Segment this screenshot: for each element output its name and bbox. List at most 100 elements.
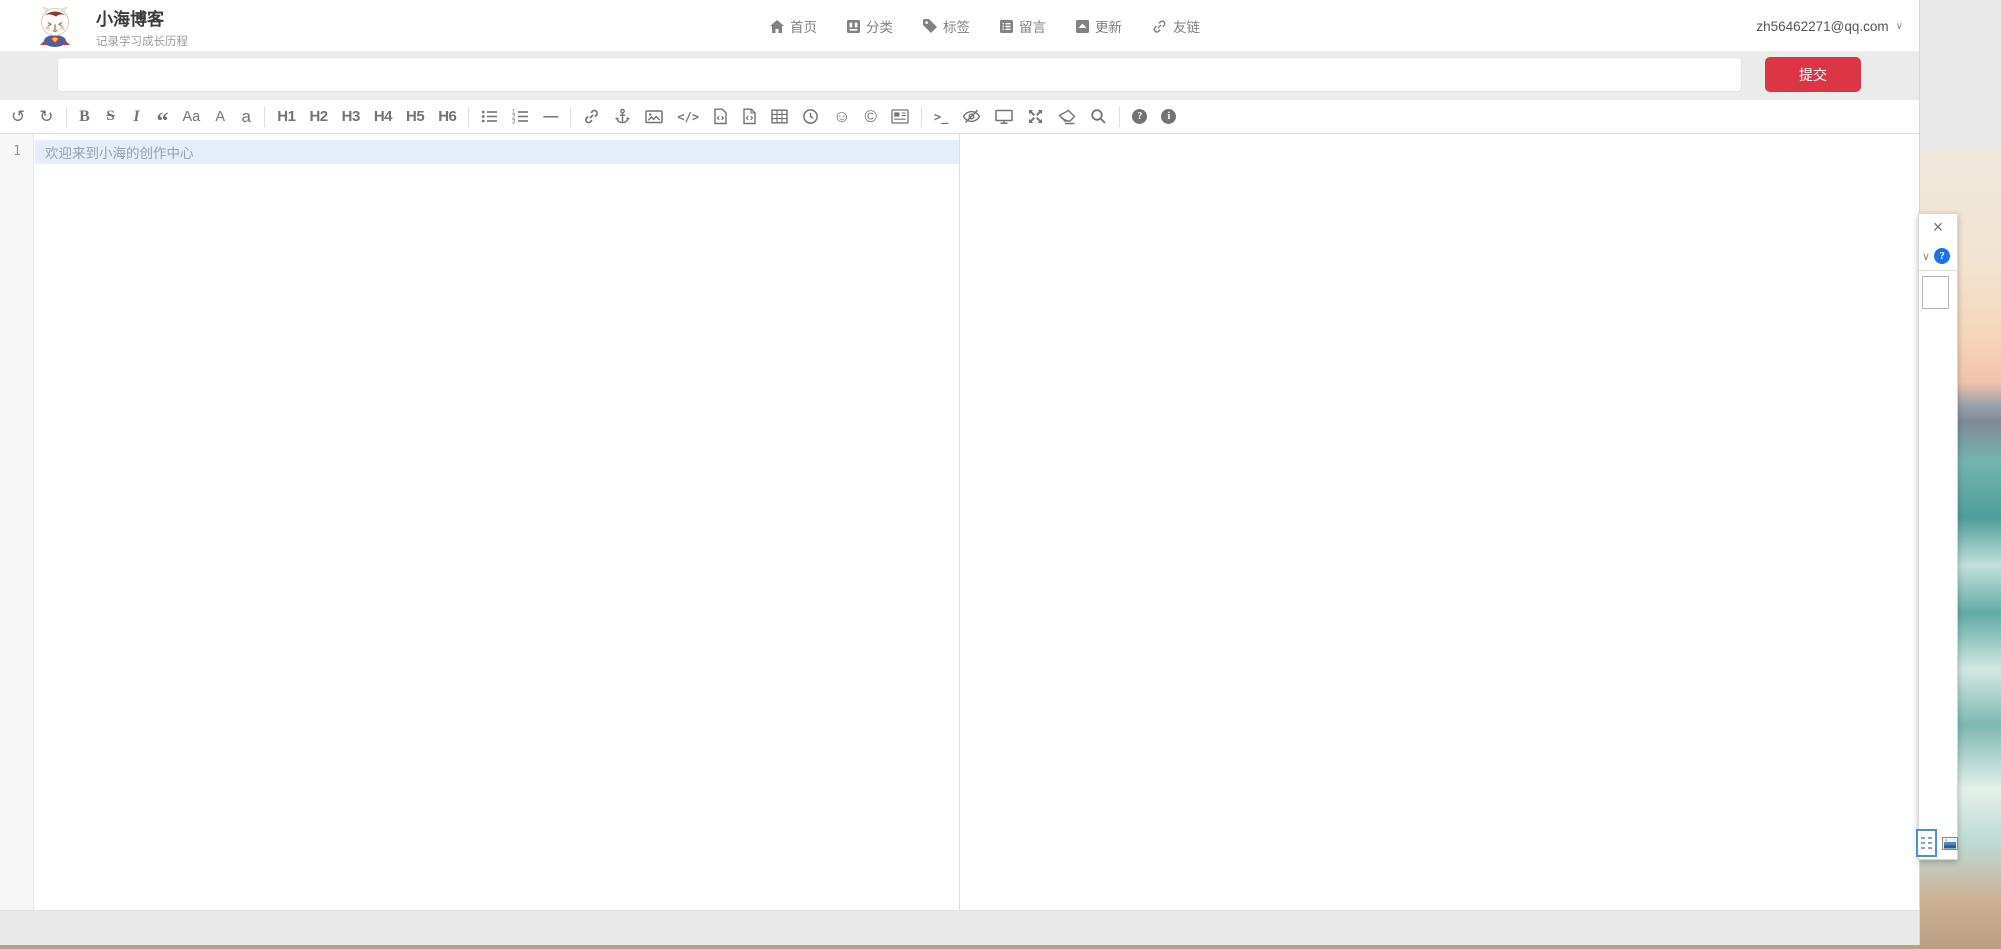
undo-button[interactable]: ↺ <box>4 100 32 134</box>
ucwords-button[interactable]: Aa <box>176 100 208 134</box>
hr-button[interactable]: — <box>536 100 565 134</box>
pagebreak-button[interactable] <box>884 100 916 134</box>
avatar <box>34 5 76 52</box>
code-block-button[interactable] <box>735 100 764 134</box>
nav-item-留言[interactable]: 留言 <box>1000 16 1046 36</box>
code-pane[interactable]: 1 欢迎来到小海的创作中心 <box>0 134 960 910</box>
nav-item-分类[interactable]: 分类 <box>847 16 893 36</box>
chevron-down-icon: ∨ <box>1896 21 1903 32</box>
quote-button[interactable]: “ <box>150 100 176 134</box>
bold-icon: B <box>79 108 90 126</box>
redo-icon: ↻ <box>39 107 53 127</box>
table-icon <box>771 108 788 125</box>
popup-input-field[interactable] <box>1922 276 1949 309</box>
active-line[interactable]: 欢迎来到小海的创作中心 <box>35 140 959 164</box>
user-email: zh56462271@qq.com <box>1756 19 1888 34</box>
image-tool-icon[interactable] <box>1942 837 1958 850</box>
h4-button[interactable]: H4 <box>367 100 399 134</box>
compose-bar: 提交 <box>0 52 1919 100</box>
clear-button[interactable] <box>1051 100 1083 134</box>
h3-icon: H3 <box>342 108 360 125</box>
nav-item-标签[interactable]: 标签 <box>923 16 970 36</box>
strikethrough-button[interactable]: S <box>98 100 124 134</box>
list-ul-icon <box>481 108 498 125</box>
nav-item-更新[interactable]: 更新 <box>1076 16 1122 36</box>
lowercase-icon: a <box>242 107 251 127</box>
preformatted-text-icon <box>713 108 728 125</box>
clear-icon <box>1058 109 1076 125</box>
reference-link-icon <box>614 108 631 125</box>
quote-icon: “ <box>157 107 169 127</box>
html-entities-button[interactable]: © <box>857 100 884 134</box>
toolbar-divider <box>570 107 571 127</box>
preview-pane <box>960 134 1919 910</box>
uppercase-button[interactable]: A <box>207 100 233 134</box>
list-ol-icon: 123 <box>512 108 529 125</box>
datetime-button[interactable] <box>795 100 826 134</box>
form-fill-icon[interactable] <box>1916 829 1937 857</box>
fullscreen-button[interactable] <box>1020 100 1051 134</box>
footer-band <box>0 910 1919 944</box>
friend-link-icon <box>1152 19 1167 34</box>
editor-placeholder-text: 欢迎来到小海的创作中心 <box>45 142 194 162</box>
h5-icon: H5 <box>406 108 424 125</box>
lowercase-button[interactable]: a <box>233 100 259 134</box>
message-icon <box>1000 20 1013 33</box>
line-number: 1 <box>0 140 34 164</box>
html-entities-icon: © <box>864 107 877 127</box>
code-button[interactable]: </> <box>670 100 706 134</box>
pagebreak-icon <box>891 109 909 125</box>
h6-icon: H6 <box>438 108 456 125</box>
close-icon[interactable]: × <box>1919 217 1957 237</box>
watch-button[interactable] <box>955 100 988 134</box>
nav-item-首页[interactable]: 首页 <box>770 16 817 36</box>
list-ul-button[interactable] <box>474 100 505 134</box>
nav-label: 更新 <box>1095 16 1122 36</box>
bold-button[interactable]: B <box>72 100 98 134</box>
preview-button[interactable] <box>988 100 1020 134</box>
search-icon <box>1090 108 1107 125</box>
nav-item-友链[interactable]: 友链 <box>1152 16 1200 36</box>
help-icon[interactable]: ? <box>1934 248 1950 264</box>
h3-button[interactable]: H3 <box>335 100 367 134</box>
preformatted-text-button[interactable] <box>706 100 735 134</box>
nav-label: 分类 <box>866 16 893 36</box>
datetime-icon <box>802 108 819 125</box>
search-button[interactable] <box>1083 100 1114 134</box>
nav-label: 友链 <box>1173 16 1200 36</box>
help-button[interactable]: ? <box>1125 100 1154 134</box>
redo-button[interactable]: ↻ <box>32 100 60 134</box>
fullscreen-icon <box>1027 108 1044 125</box>
image-button[interactable] <box>638 100 670 134</box>
site-title: 小海博客 <box>96 9 188 31</box>
reference-link-button[interactable] <box>607 100 638 134</box>
submit-button[interactable]: 提交 <box>1765 57 1861 92</box>
post-title-input[interactable] <box>57 57 1742 92</box>
chevron-down-icon[interactable]: ∨ <box>1922 250 1930 263</box>
italic-icon: I <box>133 108 139 126</box>
link-button[interactable] <box>576 100 607 134</box>
brand[interactable]: 小海博客 记录学习成长历程 <box>34 5 188 52</box>
user-account-dropdown[interactable]: zh56462271@qq.com ∨ <box>1756 0 1903 52</box>
h6-button[interactable]: H6 <box>431 100 463 134</box>
toolbar-divider <box>1119 107 1120 127</box>
table-button[interactable] <box>764 100 795 134</box>
nav-label: 首页 <box>790 16 817 36</box>
markdown-editor: 1 欢迎来到小海的创作中心 <box>0 134 1919 910</box>
emoji-button[interactable]: ☺ <box>826 100 857 134</box>
popup-tools <box>1919 831 1957 855</box>
h1-button[interactable]: H1 <box>270 100 302 134</box>
goto-line-button[interactable]: >_ <box>927 100 955 134</box>
help-icon: ? <box>1132 109 1147 124</box>
strikethrough-icon: S <box>106 108 114 125</box>
code-block-icon <box>742 108 757 125</box>
h4-icon: H4 <box>374 108 392 125</box>
italic-button[interactable]: I <box>124 100 150 134</box>
info-button[interactable]: i <box>1154 100 1183 134</box>
list-ol-button[interactable]: 123 <box>505 100 536 134</box>
toolbar-divider <box>264 107 265 127</box>
line-number-gutter: 1 <box>0 134 34 910</box>
h5-button[interactable]: H5 <box>399 100 431 134</box>
divider <box>1919 270 1957 271</box>
h2-button[interactable]: H2 <box>302 100 334 134</box>
